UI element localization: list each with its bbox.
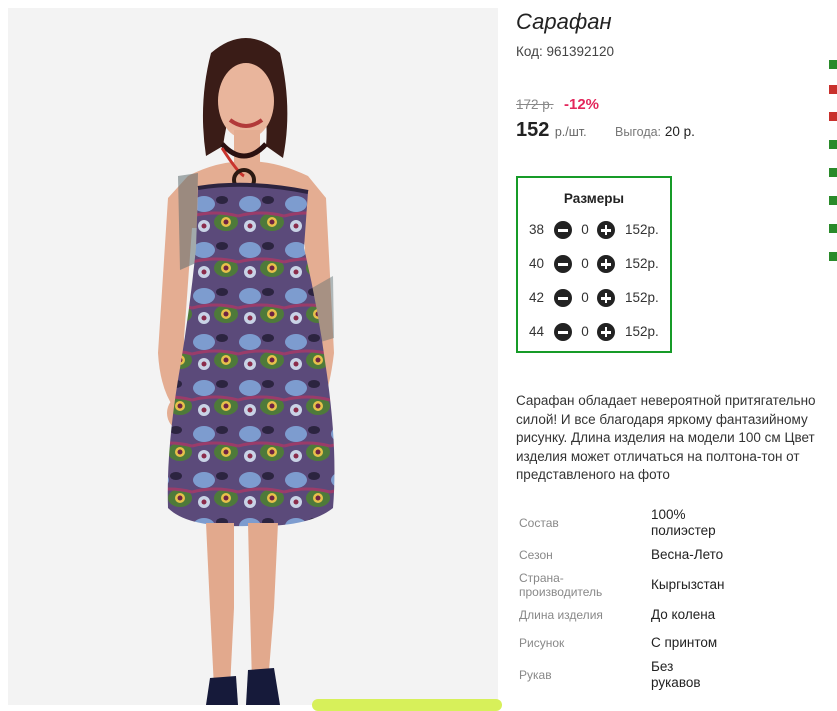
description-line: Сарафан обладает невероятной притягатель… (516, 393, 816, 408)
spec-value-country: Кыргызстан (651, 577, 725, 592)
clipped-side-panel (829, 0, 837, 705)
spec-value-line: Без (651, 659, 674, 674)
savings-label: Выгода: (615, 125, 662, 139)
spec-label-length: Длина изделия (519, 608, 603, 622)
add-to-cart-button-peek[interactable] (312, 699, 502, 711)
description-line: представленого на фото (516, 467, 670, 482)
size-price: 152р. (625, 324, 659, 339)
size-label: 40 (529, 256, 545, 271)
description-line: рисунку. Длина изделия на модели 100 см … (516, 430, 815, 445)
minus-circle-icon[interactable] (554, 289, 572, 307)
spec-label-pattern: Рисунок (519, 636, 565, 650)
spec-value-pattern: С принтом (651, 635, 718, 650)
spec-value-composition: 100% полиэстер (651, 507, 716, 539)
size-row-42: 42 0 152р. (529, 288, 669, 308)
size-row-38: 38 0 152р. (529, 220, 669, 240)
size-row-40: 40 0 152р. (529, 254, 669, 274)
plus-circle-icon[interactable] (597, 255, 615, 273)
spec-label-line: Страна- (519, 571, 564, 585)
model-illustration (158, 38, 335, 705)
spec-value-sleeve: Без рукавов (651, 659, 701, 691)
old-price-row: 172 р. -12% (516, 96, 599, 114)
product-info: Сарафан Код: 961392120 172 р. -12% 152 р… (516, 0, 837, 705)
size-quantity: 0 (581, 256, 589, 271)
savings: Выгода: 20 р. (615, 124, 695, 139)
size-price: 152р. (625, 290, 659, 305)
description-line: изделия может отличаться на полтона-тон … (516, 448, 800, 464)
sizes-title: Размеры (563, 191, 625, 206)
spec-label-sleeve: Рукав (519, 668, 552, 682)
savings-value: 20 р. (664, 124, 695, 139)
size-quantity: 0 (581, 290, 589, 305)
spec-value-season: Весна-Лето (651, 547, 724, 562)
spec-value-length: До колена (651, 607, 716, 622)
minus-circle-icon[interactable] (554, 221, 572, 239)
spec-value-line: 100% (651, 507, 686, 522)
product-title: Сарафан (516, 9, 612, 34)
discount-badge: -12% (564, 96, 600, 113)
spec-label-season: Сезон (519, 548, 553, 562)
product-code: Код: 961392120 (516, 44, 614, 59)
size-row-44: 44 0 152р. (529, 322, 669, 342)
minus-circle-icon[interactable] (554, 255, 572, 273)
product-description: Сарафан обладает невероятной притягатель… (516, 392, 837, 485)
size-label: 44 (529, 324, 545, 339)
product-photo[interactable] (8, 8, 498, 705)
old-price: 172 р. (516, 97, 554, 112)
spec-label-line: производитель (519, 585, 603, 599)
size-label: 38 (529, 222, 545, 237)
plus-circle-icon[interactable] (597, 323, 615, 341)
size-price: 152р. (625, 256, 659, 271)
spec-label-country: Страна- производитель (519, 571, 602, 599)
plus-circle-icon[interactable] (597, 221, 615, 239)
plus-circle-icon[interactable] (597, 289, 615, 307)
current-price: 152 (516, 119, 550, 141)
size-label: 42 (529, 290, 545, 305)
size-price: 152р. (625, 222, 659, 237)
price-unit: р./шт. (554, 125, 587, 139)
spec-value-line: полиэстер (651, 523, 716, 538)
description-line: силой! И все благодаря яркому фантазийно… (516, 411, 808, 427)
price-row: 152 р./шт. Выгода: 20 р. (516, 119, 695, 142)
size-quantity: 0 (581, 222, 589, 237)
spec-label-composition: Состав (519, 516, 559, 530)
code-label: Код: (516, 44, 543, 59)
size-quantity: 0 (581, 324, 589, 339)
sizes-selector: Размеры 38 0 152р. 40 0 152р. 42 0 152р.… (516, 176, 672, 353)
minus-circle-icon[interactable] (554, 323, 572, 341)
spec-value-line: рукавов (651, 675, 701, 690)
code-value: 961392120 (546, 44, 615, 59)
